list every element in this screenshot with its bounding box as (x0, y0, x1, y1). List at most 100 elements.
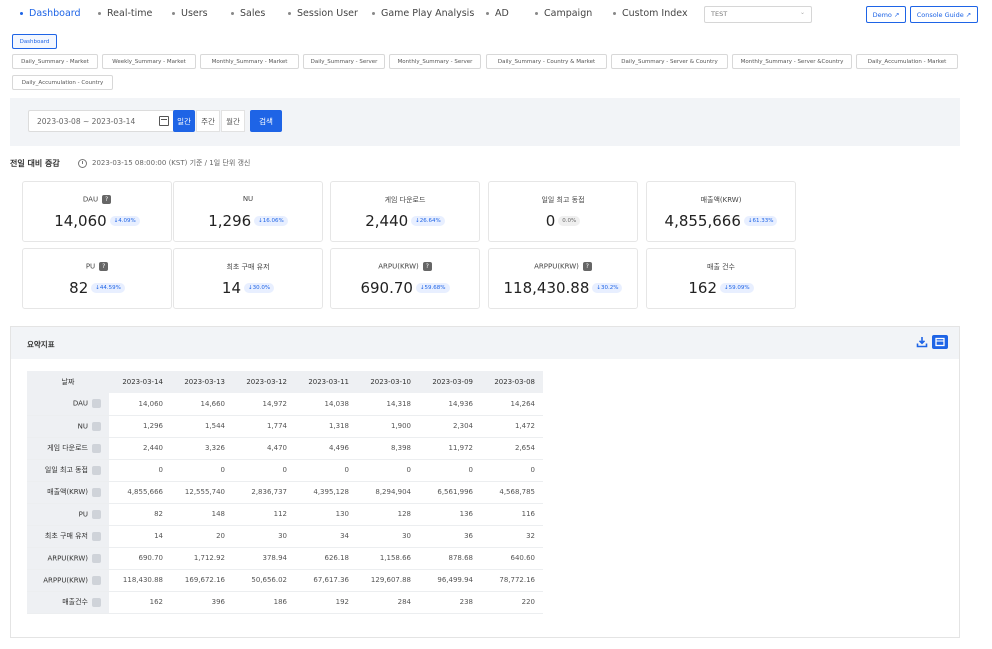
kpi-section-title: 전일 대비 증감 (10, 159, 60, 168)
project-select[interactable]: TEST ⌄ (704, 6, 812, 23)
subtab-dashboard[interactable]: Dashboard (12, 34, 57, 49)
subtab-monthly-summary-server-country[interactable]: Monthly_Summary - Server &Country (732, 54, 852, 69)
table-cell: 4,568,785 (481, 481, 543, 504)
subtab-weekly-summary-market[interactable]: Weekly_Summary - Market (102, 54, 196, 69)
help-icon[interactable] (92, 553, 101, 563)
nav-sales[interactable]: Sales (231, 8, 265, 19)
subtab-daily-accumulation-market[interactable]: Daily_Accumulation - Market (856, 54, 958, 69)
table-cell: 14,972 (233, 393, 295, 416)
subtab-daily-summary-market[interactable]: Daily_Summary - Market (12, 54, 98, 69)
subtab-daily-summary-server[interactable]: Daily_Summary - Server (303, 54, 385, 69)
table-cell: 0 (481, 459, 543, 482)
help-icon[interactable] (92, 443, 101, 453)
help-icon[interactable] (92, 575, 101, 585)
nav-label: Sales (240, 8, 266, 19)
clock-icon (78, 158, 87, 168)
update-info-text: 2023-03-15 08:00:00 (KST) 기준 / 1일 단위 갱신 (92, 159, 251, 167)
table-cell: 14 (109, 525, 171, 548)
subtab-daily-summary-country-market[interactable]: Daily_Summary - Country & Market (486, 54, 607, 69)
table-cell: 67,617.36 (295, 569, 357, 592)
nav-session-user[interactable]: Session User (288, 8, 358, 19)
subtab-daily-accumulation-country[interactable]: Daily_Accumulation - Country (12, 75, 113, 90)
nav-realtime[interactable]: Real-time (98, 8, 152, 19)
nav-ad[interactable]: AD (486, 8, 509, 19)
table-cell: 1,774 (233, 415, 295, 438)
bullet-icon (20, 12, 23, 15)
table-cell: 128 (357, 503, 419, 526)
table-cell: 1,472 (481, 415, 543, 438)
table-cell: 32 (481, 525, 543, 548)
nav-dashboard[interactable]: Dashboard (20, 8, 81, 19)
help-icon[interactable] (92, 399, 101, 409)
bullet-icon (231, 12, 234, 15)
nav-campaign[interactable]: Campaign (535, 8, 592, 19)
kpi-card-title-text: 매출액(KRW) (700, 196, 742, 204)
row-label-text: ARPU(KRW) (47, 554, 88, 562)
row-label: 게임 다운로드 (27, 437, 109, 460)
table-cell: 0 (357, 459, 419, 482)
table-cell: 878.68 (419, 547, 481, 570)
table-cell: 12,555,740 (171, 481, 233, 504)
table-cell: 1,900 (357, 415, 419, 438)
help-icon[interactable] (92, 487, 101, 497)
table-row: 일일 최고 동접 0 0 0 0 0 0 0 (27, 459, 543, 482)
table-cell: 2,304 (419, 415, 481, 438)
summary-panel: 요약지표 날짜 2023-03-14 2023-03-13 2023-03-12 20… (10, 326, 960, 638)
row-label-text: 일일 최고 동접 (44, 466, 88, 474)
help-icon[interactable]: ? (99, 262, 109, 271)
nav-game-play-analysis[interactable]: Game Play Analysis (372, 8, 474, 19)
help-icon[interactable] (92, 531, 101, 541)
nav-label: AD (495, 8, 509, 19)
kpi-card-title: ARPU(KRW)? (331, 262, 479, 271)
demo-button[interactable]: Demo ↗ (866, 6, 906, 23)
help-icon[interactable] (92, 597, 101, 607)
table-row: DAU 14,060 14,660 14,972 14,038 14,318 14,936 1… (27, 393, 543, 416)
kpi-card-title: NU (174, 195, 322, 203)
help-icon[interactable]: ? (102, 195, 112, 204)
kpi-card-value-row: 690.70 ↓59.68% (331, 279, 479, 297)
help-icon[interactable] (92, 509, 101, 519)
nav-users[interactable]: Users (172, 8, 208, 19)
subtab-monthly-summary-server[interactable]: Monthly_Summary - Server (389, 54, 481, 69)
table-row: 매출건수 162 396 186 192 284 238 220 (27, 591, 543, 614)
table-cell: 2,836,737 (233, 481, 295, 504)
help-icon[interactable] (92, 421, 101, 431)
kpi-card-value: 2,440 (365, 212, 409, 230)
row-label-text: DAU (72, 399, 88, 408)
kpi-card: ARPU(KRW)? 690.70 ↓59.68% (330, 248, 480, 309)
subtab-daily-summary-server-country[interactable]: Daily_Summary - Server & Country (611, 54, 728, 69)
kpi-card-value: 14,060 (54, 212, 107, 230)
bullet-icon (613, 12, 616, 15)
download-icon[interactable] (916, 336, 928, 348)
period-daily-button[interactable]: 일간 (173, 110, 195, 132)
table-cell: 1,158.66 (357, 547, 419, 570)
kpi-card-value-row: 1,296 ↓16.06% (174, 212, 322, 230)
summary-panel-header: 요약지표 (11, 327, 959, 359)
table-cell: 30 (357, 525, 419, 548)
help-icon[interactable]: ? (422, 262, 432, 271)
period-monthly-button[interactable]: 월간 (221, 110, 245, 132)
row-label-text: ARPPU(KRW) (43, 576, 88, 584)
console-guide-button[interactable]: Console Guide ↗ (910, 6, 978, 23)
table-cell: 0 (419, 459, 481, 482)
kpi-card: DAU? 14,060 ↓4.09% (22, 181, 172, 242)
table-cell: 36 (419, 525, 481, 548)
nav-custom-index[interactable]: Custom Index (613, 8, 688, 19)
row-label: PU (27, 503, 109, 526)
table-view-icon[interactable] (932, 335, 948, 349)
kpi-card-title-text: ARPU(KRW) (378, 262, 419, 271)
subtab-monthly-summary-market[interactable]: Monthly_Summary - Market (200, 54, 299, 69)
search-button[interactable]: 검색 (250, 110, 282, 132)
date-range-value: 2023-03-08 ~ 2023-03-14 (37, 117, 136, 126)
table-cell: 1,712.92 (171, 547, 233, 570)
kpi-card-title: 일일 최고 동접 (489, 195, 637, 205)
table-cell: 78,772.16 (481, 569, 543, 592)
table-cell: 1,296 (109, 415, 171, 438)
date-range-picker[interactable]: 2023-03-08 ~ 2023-03-14 (28, 110, 176, 132)
filter-bar: 2023-03-08 ~ 2023-03-14 일간 주간 월간 검색 (10, 98, 960, 146)
help-icon[interactable]: ? (582, 262, 592, 271)
table-cell: 20 (171, 525, 233, 548)
kpi-card-value: 4,855,666 (664, 212, 741, 230)
help-icon[interactable] (92, 465, 101, 475)
period-weekly-button[interactable]: 주간 (196, 110, 220, 132)
